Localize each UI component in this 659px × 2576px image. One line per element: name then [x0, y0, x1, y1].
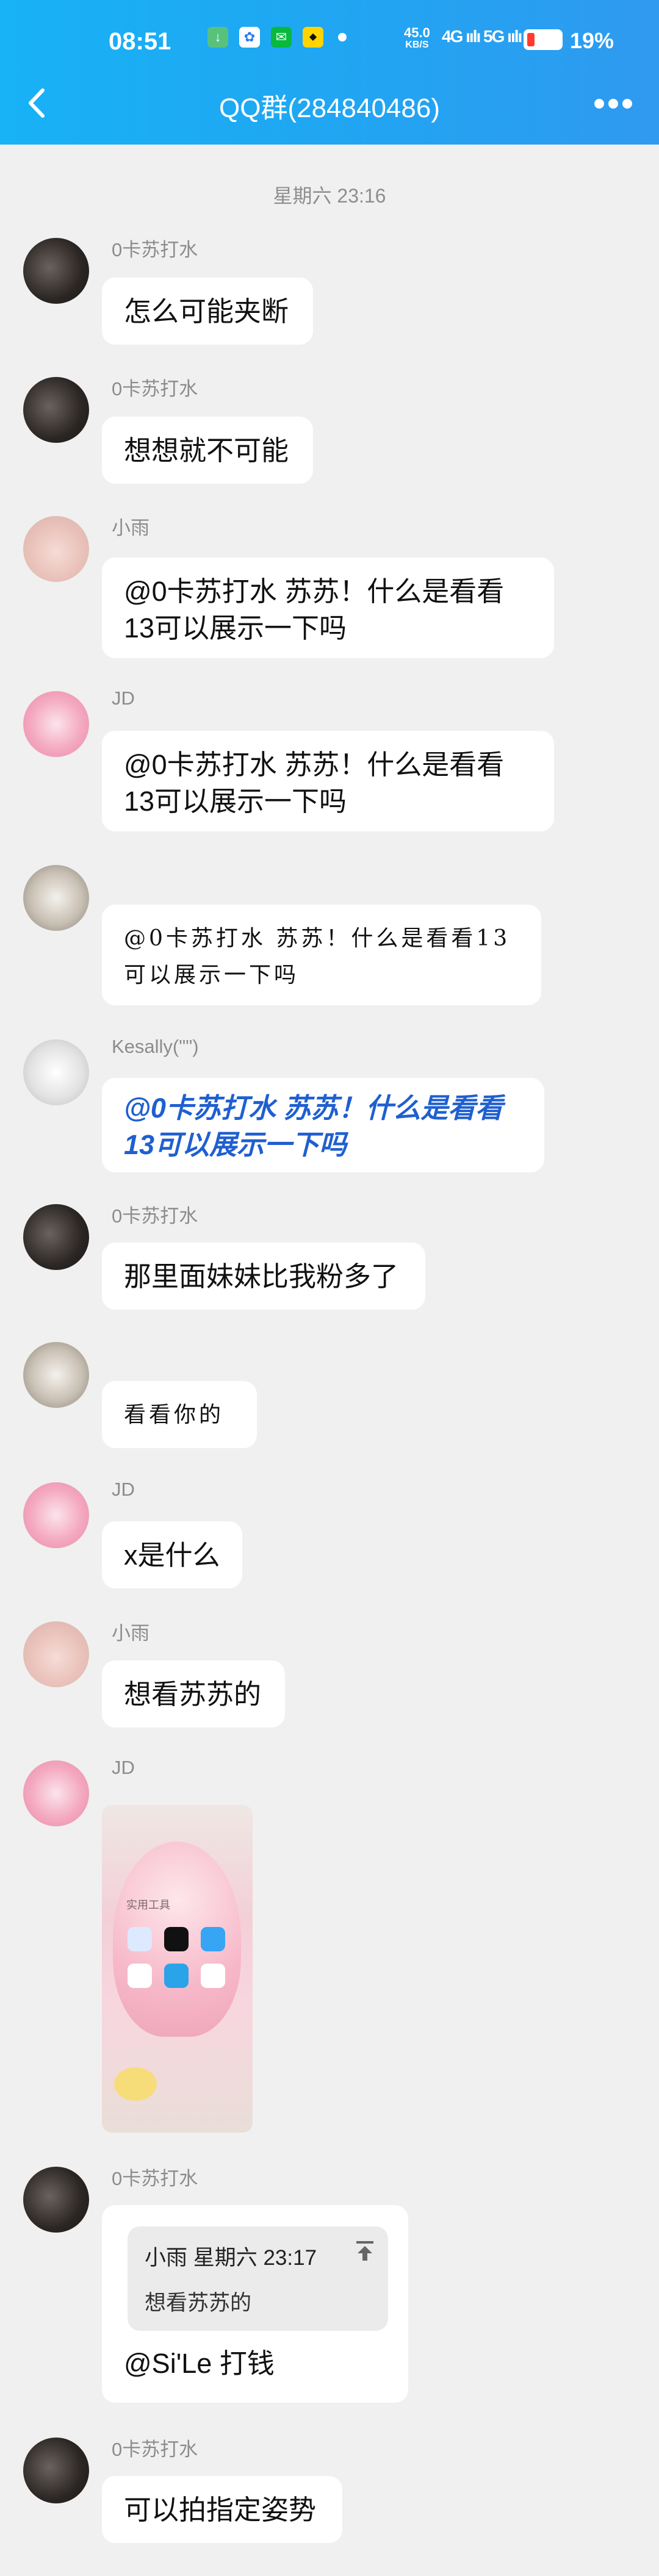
- sender-name: Kesally(""): [112, 1036, 199, 1057]
- battery-percent: 19%: [570, 28, 614, 53]
- wechat-icon: ✉: [271, 27, 292, 48]
- sender-name: 0卡苏打水: [112, 2168, 198, 2189]
- quoted-text: 想看苏苏的: [145, 2291, 252, 2315]
- sender-name: 0卡苏打水: [112, 378, 198, 400]
- sender-name: JD: [112, 1757, 135, 1778]
- message-text: 想看苏苏的: [124, 1679, 262, 1710]
- quoted-sender: 小雨 星期六 23:17: [145, 2246, 317, 2270]
- chat-title: QQ群(284840486): [219, 93, 440, 123]
- message-text: 看看你的: [124, 1402, 225, 1427]
- message-bubble[interactable]: x是什么: [102, 1521, 242, 1588]
- network-speed-unit: KB/S: [405, 40, 429, 50]
- message-text: x是什么: [124, 1540, 220, 1571]
- app-icon: ✿: [239, 27, 260, 48]
- message-bubble[interactable]: 看看你的: [102, 1381, 257, 1448]
- message-text: @0卡苏打水 苏苏！什么是看看13可以展示一下吗: [124, 1092, 503, 1160]
- sender-name: 0卡苏打水: [112, 1205, 198, 1227]
- message-bubble[interactable]: 小雨 星期六 23:17 想看苏苏的 @Si'Le 打钱: [102, 2205, 408, 2403]
- battery-icon: [524, 29, 563, 50]
- message-bubble[interactable]: 怎么可能夹断: [102, 278, 313, 345]
- message-bubble[interactable]: 想看苏苏的: [102, 1660, 285, 1727]
- message-bubble[interactable]: 可以拍指定姿势: [102, 2476, 342, 2543]
- network-speed: 45.0 KB/S: [404, 25, 430, 51]
- message-text: @0卡苏打水 苏苏！什么是看看13可以展示一下吗: [124, 926, 511, 988]
- avatar[interactable]: [23, 2167, 89, 2233]
- message-text: @Si'Le 打钱: [124, 2348, 275, 2379]
- status-time: 08:51: [109, 28, 171, 55]
- avatar[interactable]: [23, 1039, 89, 1105]
- download-icon: ↓: [207, 27, 228, 48]
- top-bar: 08:51 ↓ ✿ ✉ ◆ 45.0 KB/S 4G ıılı 5G ıılı …: [0, 0, 659, 145]
- message-bubble[interactable]: @0卡苏打水 苏苏！什么是看看13可以展示一下吗: [102, 905, 541, 1005]
- notification-icons: ↓ ✿ ✉ ◆: [207, 27, 347, 48]
- more-dots-icon: [594, 99, 632, 109]
- image-caption: 实用工具: [126, 1899, 170, 1911]
- message-bubble[interactable]: 想想就不可能: [102, 417, 313, 484]
- sender-name: 0卡苏打水: [112, 239, 198, 260]
- date-separator: 星期六 23:16: [273, 185, 386, 207]
- message-bubble[interactable]: 那里面妹妹比我粉多了: [102, 1243, 425, 1310]
- avatar[interactable]: [23, 516, 89, 582]
- avatar[interactable]: [23, 1760, 89, 1826]
- more-button[interactable]: [592, 91, 635, 116]
- image-message[interactable]: 实用工具: [102, 1805, 253, 2133]
- avatar[interactable]: [23, 865, 89, 931]
- avatar[interactable]: [23, 1482, 89, 1548]
- more-notifications-icon: [338, 33, 347, 41]
- message-bubble[interactable]: @0卡苏打水 苏苏！什么是看看13可以展示一下吗: [102, 1078, 544, 1172]
- sender-name: 0卡苏打水: [112, 2439, 198, 2460]
- jump-to-message-icon[interactable]: [353, 2239, 377, 2263]
- app-yellow-icon: ◆: [303, 27, 323, 48]
- sender-name: 小雨: [112, 1623, 149, 1644]
- avatar[interactable]: [23, 2438, 89, 2503]
- message-text: @0卡苏打水 苏苏！什么是看看13可以展示一下吗: [124, 749, 505, 817]
- avatar[interactable]: [23, 1342, 89, 1408]
- image-duck: [114, 2067, 157, 2101]
- quoted-message[interactable]: 小雨 星期六 23:17 想看苏苏的: [128, 2226, 388, 2331]
- sender-name: 小雨: [112, 517, 149, 539]
- message-bubble[interactable]: @0卡苏打水 苏苏！什么是看看13可以展示一下吗: [102, 558, 554, 658]
- status-bar: 08:51 ↓ ✿ ✉ ◆ 45.0 KB/S 4G ıılı 5G ıılı …: [0, 0, 659, 73]
- message-bubble[interactable]: @0卡苏打水 苏苏！什么是看看13可以展示一下吗: [102, 731, 554, 831]
- sender-name: JD: [112, 687, 135, 709]
- avatar[interactable]: [23, 1621, 89, 1687]
- network-speed-value: 45.0: [404, 25, 430, 40]
- avatar[interactable]: [23, 377, 89, 443]
- avatar[interactable]: [23, 238, 89, 304]
- avatar[interactable]: [23, 1204, 89, 1270]
- message-text: 可以拍指定姿势: [124, 2494, 317, 2525]
- message-text: @0卡苏打水 苏苏！什么是看看13可以展示一下吗: [124, 576, 505, 644]
- image-app-grid: [128, 1927, 225, 1988]
- message-text: 想想就不可能: [124, 435, 289, 466]
- message-text: 那里面妹妹比我粉多了: [124, 1261, 399, 1292]
- message-text: 怎么可能夹断: [124, 296, 289, 327]
- sender-name: JD: [112, 1479, 135, 1500]
- signal-icon: 4G ıılı 5G ıılı: [442, 27, 522, 46]
- avatar[interactable]: [23, 691, 89, 757]
